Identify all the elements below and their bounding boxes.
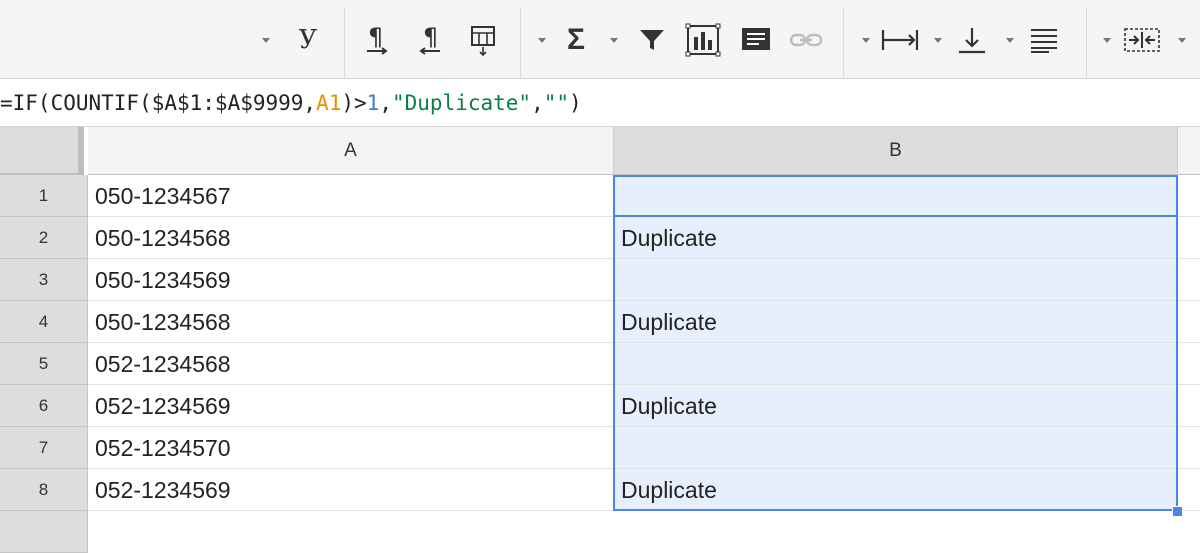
insert-chart-icon[interactable] (683, 20, 723, 60)
row-header[interactable]: 2 (0, 217, 88, 259)
cell-c6[interactable] (1178, 385, 1200, 427)
formula-text[interactable]: =IF(COUNTIF($A$1:$A$9999,A1)>1,"Duplicat… (0, 89, 582, 117)
cell-c5[interactable] (1178, 343, 1200, 385)
sum-icon[interactable]: Σ (556, 20, 596, 60)
font-button[interactable]: У (288, 20, 328, 60)
row-header[interactable]: 3 (0, 259, 88, 301)
row-header[interactable]: 6 (0, 385, 88, 427)
cell-b8[interactable]: Duplicate (614, 469, 1178, 511)
cell-b5[interactable] (614, 343, 1178, 385)
row-header[interactable]: 7 (0, 427, 88, 469)
sum-dropdown-arrow-icon[interactable] (538, 38, 546, 43)
formula-part: =IF(COUNTIF($A$1:$A$9999, (0, 91, 317, 115)
halign-dropdown-arrow-icon[interactable] (862, 38, 870, 43)
filter-icon[interactable] (632, 20, 672, 60)
cell-b4[interactable]: Duplicate (614, 301, 1178, 343)
formula-string: "" (543, 91, 570, 115)
merge-dropdown-arrow-icon[interactable] (1103, 38, 1111, 43)
spreadsheet-grid: A B 1 050-1234567 2 050-1234568 Duplicate 3 05… (0, 127, 1200, 553)
more-dropdown-arrow-icon[interactable] (1178, 38, 1186, 43)
insert-comment-icon[interactable] (736, 20, 776, 60)
formula-part: )> (341, 91, 367, 115)
cell-c3[interactable] (1178, 259, 1200, 301)
column-header-c[interactable] (1178, 127, 1200, 175)
select-all-corner[interactable] (0, 127, 84, 177)
cell-a2[interactable]: 050-1234568 (88, 217, 614, 259)
font-button-label: У (298, 25, 318, 55)
toolbar-divider (843, 8, 844, 78)
font-dropdown-arrow-icon[interactable] (262, 38, 270, 43)
wrap-dropdown-arrow-icon[interactable] (1006, 38, 1014, 43)
merge-cells-icon[interactable] (1122, 20, 1162, 60)
cell-c2[interactable] (1178, 217, 1200, 259)
text-direction-ltr-icon[interactable]: ¶ (357, 20, 397, 60)
row-header[interactable]: 5 (0, 343, 88, 385)
cell-a5[interactable]: 052-1234568 (88, 343, 614, 385)
column-header-a[interactable]: A (88, 127, 614, 175)
row-header[interactable]: 4 (0, 301, 88, 343)
formula-part: , (531, 91, 544, 115)
row-header[interactable]: 1 (0, 175, 88, 217)
svg-text:¶: ¶ (368, 25, 383, 51)
cell-b7[interactable] (614, 427, 1178, 469)
valign-dropdown-arrow-icon[interactable] (934, 38, 942, 43)
toolbar-divider (1086, 8, 1087, 78)
row-header[interactable]: 8 (0, 469, 88, 511)
cell-a1[interactable]: 050-1234567 (88, 175, 614, 217)
text-wrap-icon[interactable] (1024, 20, 1064, 60)
formula-string: "Duplicate" (391, 91, 532, 115)
cell-c1[interactable] (1178, 175, 1200, 217)
link-icon[interactable] (786, 20, 826, 60)
text-direction-rtl-icon[interactable]: ¶ (410, 20, 450, 60)
vertical-align-icon[interactable] (952, 20, 992, 60)
formula-number: 1 (366, 91, 380, 115)
svg-text:¶: ¶ (423, 25, 438, 51)
cell-c7[interactable] (1178, 427, 1200, 469)
cell-a7[interactable]: 052-1234570 (88, 427, 614, 469)
filter-dropdown-arrow-icon[interactable] (610, 38, 618, 43)
formula-part: , (379, 91, 392, 115)
cell-b3[interactable] (614, 259, 1178, 301)
toolbar-divider (344, 8, 345, 78)
cell-b2[interactable]: Duplicate (614, 217, 1178, 259)
cell-a6[interactable]: 052-1234569 (88, 385, 614, 427)
cell-a3[interactable]: 050-1234569 (88, 259, 614, 301)
text-rotation-icon[interactable] (463, 20, 503, 60)
formula-bar[interactable]: =IF(COUNTIF($A$1:$A$9999,A1)>1,"Duplicat… (0, 79, 1200, 127)
active-cell-b1[interactable] (613, 175, 1178, 217)
cell-c4[interactable] (1178, 301, 1200, 343)
fill-handle[interactable] (1172, 506, 1183, 517)
toolbar-divider (520, 8, 521, 78)
formula-part: ) (569, 91, 582, 115)
formula-cell-reference: A1 (316, 91, 342, 115)
toolbar: У ¶ ¶ Σ (0, 0, 1200, 79)
cell-b6[interactable]: Duplicate (614, 385, 1178, 427)
column-header-b[interactable]: B (614, 127, 1178, 175)
row-header[interactable] (0, 511, 88, 553)
cell-a8[interactable]: 052-1234569 (88, 469, 614, 511)
cell-a4[interactable]: 050-1234568 (88, 301, 614, 343)
cell-c8[interactable] (1178, 469, 1200, 511)
horizontal-align-icon[interactable] (880, 20, 920, 60)
